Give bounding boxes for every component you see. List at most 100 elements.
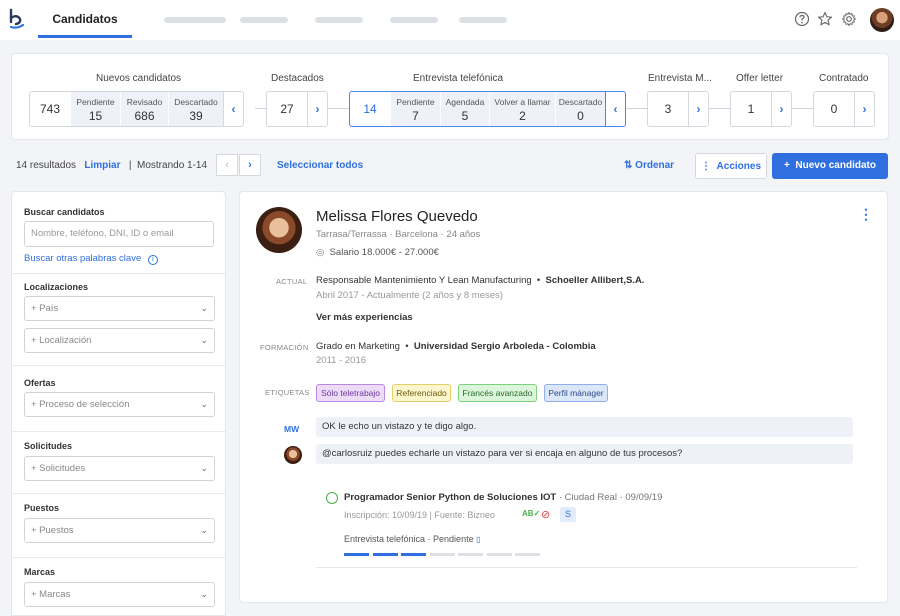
process-select[interactable]: + Proceso de selección ⌄ (24, 392, 215, 417)
prev-page-button[interactable]: ‹ (216, 154, 238, 176)
stage-sub-revisado[interactable]: Revisado 686 (120, 92, 168, 126)
stage-sub-descartado[interactable]: Descartado 39 (168, 92, 223, 126)
comment-author-avatar (284, 446, 302, 464)
company-name: Schoeller Allibert,S.A. (545, 275, 645, 286)
bizneo-logo-icon[interactable] (8, 8, 26, 30)
star-icon[interactable] (817, 11, 833, 27)
search-input[interactable]: Nombre, teléfono, DNI, ID o email (24, 221, 214, 247)
new-candidate-button[interactable]: + Nuevo candidato (772, 153, 888, 179)
application-meta: · Ciudad Real · 09/09/19 (558, 492, 663, 503)
chevron-left-icon[interactable]: ‹ (605, 92, 625, 126)
tag-solo-teletrabajo[interactable]: Sólo teletrabajo (316, 384, 385, 402)
progress-segment (429, 553, 455, 556)
brands-select[interactable]: + Marcas ⌄ (24, 582, 215, 607)
search-other-link[interactable]: Buscar otras palabras clave i (24, 253, 158, 265)
requests-select-value: + Solicitudes (31, 463, 86, 474)
results-count: 14 resultados (16, 160, 77, 171)
offers-label: Ofertas (24, 378, 56, 388)
more-experience-link[interactable]: Ver más experiencias (316, 312, 413, 323)
stage-entrevista-m[interactable]: 3 › (647, 91, 709, 127)
location-select-value: + Localización (31, 335, 92, 346)
locations-section: Localizaciones + País ⌄ + Localización ⌄ (12, 274, 225, 366)
stage-destacados[interactable]: 27 › (266, 91, 328, 127)
chevron-left-icon[interactable]: ‹ (223, 92, 243, 126)
stage-sub-label: Volver a llamar (494, 97, 551, 107)
candidate-photo[interactable] (256, 207, 302, 253)
stage-sub-agendada[interactable]: Agendada 5 (440, 92, 489, 126)
ab-check-icon[interactable]: AB✓ (522, 509, 540, 518)
progress-segment (486, 553, 512, 556)
stage-sub-value: 39 (189, 109, 203, 123)
stage-contratado[interactable]: 0 › (813, 91, 875, 127)
application-inscription: Inscripción: 10/09/19 | Fuente: Bizneo (344, 510, 495, 520)
stage-total[interactable]: 743 (30, 92, 70, 126)
stage-title-destacados: Destacados (271, 73, 324, 84)
positions-select[interactable]: + Puestos ⌄ (24, 518, 215, 543)
plus-icon: + (784, 160, 790, 171)
stage-sub-pendiente[interactable]: Pendiente 15 (70, 92, 120, 126)
process-select-value: + Proceso de selección (31, 399, 130, 410)
application-title[interactable]: Programador Senior Python de Soluciones … (344, 492, 556, 503)
brands-label: Marcas (24, 567, 56, 577)
chevron-right-icon[interactable]: › (307, 92, 327, 126)
stage-sub-volver-a-llamar[interactable]: Volver a llamar 2 (489, 92, 555, 126)
nav-tab-placeholder[interactable] (315, 17, 363, 23)
stage-sub-label: Pendiente (396, 97, 435, 107)
stage-total[interactable]: 3 (648, 92, 688, 126)
sort-button[interactable]: ⇅ Ordenar (624, 153, 688, 179)
status-circle-icon (326, 492, 338, 504)
help-icon[interactable] (794, 11, 810, 27)
nav-tab-placeholder[interactable] (164, 17, 226, 23)
stage-total[interactable]: 1 (731, 92, 771, 126)
chevron-right-icon[interactable]: › (688, 92, 708, 126)
stage-sub-pendiente[interactable]: Pendiente 7 (390, 92, 440, 126)
chevron-right-icon[interactable]: › (854, 92, 874, 126)
nav-tab-placeholder[interactable] (459, 17, 507, 23)
video-off-icon[interactable]: ⊘ (541, 508, 550, 521)
locations-label: Localizaciones (24, 282, 89, 292)
stage-total[interactable]: 14 (350, 92, 390, 126)
stage-connector (328, 108, 349, 109)
stage-entrevista-telefonica[interactable]: 14 Pendiente 7 Agendada 5 Volver a llama… (349, 91, 626, 127)
status-badge: S (560, 507, 576, 522)
stage-title-nuevos: Nuevos candidatos (96, 73, 182, 84)
candidate-name[interactable]: Melissa Flores Quevedo (316, 208, 478, 225)
stage-sub-value: 15 (88, 109, 103, 123)
actual-label: ACTUAL (276, 277, 308, 286)
nav-tab-placeholder[interactable] (240, 17, 288, 23)
select-all-link[interactable]: Seleccionar todos (277, 160, 363, 171)
stage-sub-value: 7 (412, 109, 419, 123)
tag-perfil-manager[interactable]: Perfil mánager (544, 384, 608, 402)
progress-segment (458, 553, 483, 556)
requests-select[interactable]: + Solicitudes ⌄ (24, 456, 215, 481)
tab-candidatos[interactable]: Candidatos (38, 0, 132, 38)
stage-total[interactable]: 0 (814, 92, 854, 126)
nav-tab-placeholder[interactable] (390, 17, 438, 23)
search-other-label: Buscar otras palabras clave (24, 253, 142, 264)
location-select[interactable]: + Localización ⌄ (24, 328, 215, 353)
actions-button[interactable]: ⋮ Acciones (695, 153, 767, 179)
tag-referenciado[interactable]: Referenciado (392, 384, 451, 402)
stage-nuevos[interactable]: 743 Pendiente 15 Revisado 686 Descartado… (29, 91, 244, 127)
progress-segment (401, 553, 426, 556)
country-select-value: + País (31, 303, 59, 314)
gear-icon[interactable] (841, 11, 857, 27)
chevron-down-icon: ⌄ (200, 463, 208, 473)
stage-info-icon[interactable]: ▯ (476, 535, 480, 544)
search-label: Buscar candidatos (24, 207, 105, 217)
more-vertical-icon[interactable]: ⋮ (859, 206, 873, 223)
application-title-row[interactable]: Programador Senior Python de Soluciones … (344, 492, 662, 503)
tag-frances-avanzado[interactable]: Francés avanzado (458, 384, 537, 402)
chevron-down-icon: ⌄ (200, 399, 208, 409)
stage-sub-value: 2 (519, 109, 526, 123)
stage-total[interactable]: 27 (267, 92, 307, 126)
user-avatar[interactable] (870, 8, 894, 32)
chevron-right-icon[interactable]: › (771, 92, 791, 126)
stage-sub-descartado[interactable]: Descartado 0 (555, 92, 605, 126)
next-page-button[interactable]: › (239, 154, 261, 176)
positions-select-value: + Puestos (31, 525, 74, 536)
country-select[interactable]: + País ⌄ (24, 296, 215, 321)
clear-filters-link[interactable]: Limpiar (84, 160, 120, 171)
education: Grado en Marketing • Universidad Sergio … (316, 341, 596, 352)
stage-offer-letter[interactable]: 1 › (730, 91, 792, 127)
